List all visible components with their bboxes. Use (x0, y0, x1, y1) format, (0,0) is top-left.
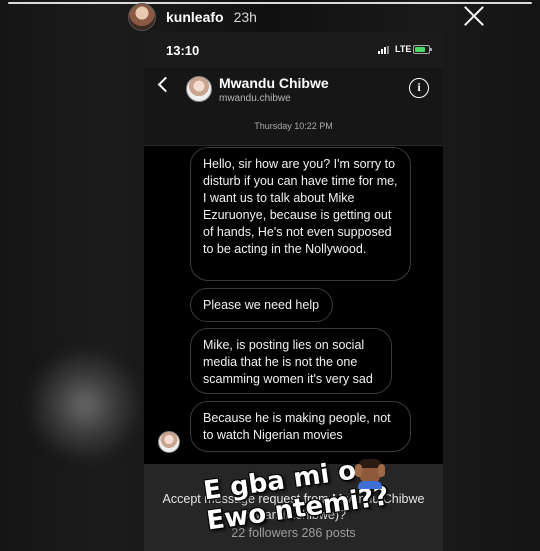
message-bubble[interactable]: Please we need help (190, 288, 333, 322)
message-bubble[interactable]: Hello, sir how are you? I'm sorry to dis… (190, 147, 411, 281)
story-username[interactable]: kunleafo (166, 9, 224, 25)
close-icon[interactable] (463, 5, 485, 27)
story-header: kunleafo 23h (128, 3, 257, 31)
chevron-left-icon[interactable] (157, 78, 171, 92)
story-avatar[interactable] (128, 3, 156, 31)
contact-avatar[interactable] (186, 76, 212, 102)
signal-icon (378, 46, 389, 54)
status-bar: 13:10 LTE (144, 32, 443, 68)
message-bubble[interactable]: Because he is making people, not to watc… (190, 401, 411, 452)
battery-icon (413, 45, 432, 54)
story-progress-bar (8, 2, 532, 4)
status-time: 13:10 (166, 43, 200, 58)
conversation-timestamp: Thursday 10:22 PM (254, 121, 333, 131)
contact-name[interactable]: Mwandu Chibwe (219, 75, 329, 91)
person-facepalming-emoji-icon (355, 457, 385, 489)
sender-avatar (158, 431, 180, 453)
story-time: 23h (233, 9, 257, 25)
contact-username: mwandu.chibwe (219, 93, 291, 104)
profile-stats: 22 followers 286 posts (231, 526, 356, 540)
blurred-background-shape (30, 350, 140, 460)
info-icon[interactable]: i (409, 78, 429, 98)
network-label: LTE (395, 44, 412, 54)
message-bubble[interactable]: Mike, is posting lies on social media th… (190, 328, 392, 394)
